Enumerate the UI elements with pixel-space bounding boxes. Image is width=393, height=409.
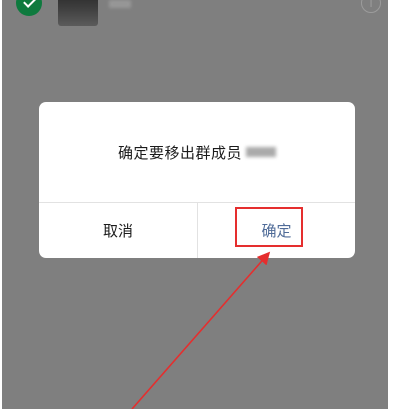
remove-member-dialog: 确定要移出群成员 取消 确定 [39,102,355,258]
app-screen: i 确定要移出群成员 取消 确定 [2,0,388,409]
masked-member-name [246,147,276,157]
member-avatar [58,0,98,26]
dialog-message: 确定要移出群成员 [117,143,242,162]
cancel-button[interactable]: 取消 [39,203,197,258]
member-name-masked [109,0,131,8]
check-circle-icon[interactable] [16,0,42,16]
info-icon[interactable]: i [361,0,381,13]
member-row[interactable]: i [2,0,388,26]
screenshot-frame: i 确定要移出群成员 取消 确定 [0,0,393,409]
dialog-message-area: 确定要移出群成员 [39,102,355,202]
confirm-button[interactable]: 确定 [198,203,355,258]
